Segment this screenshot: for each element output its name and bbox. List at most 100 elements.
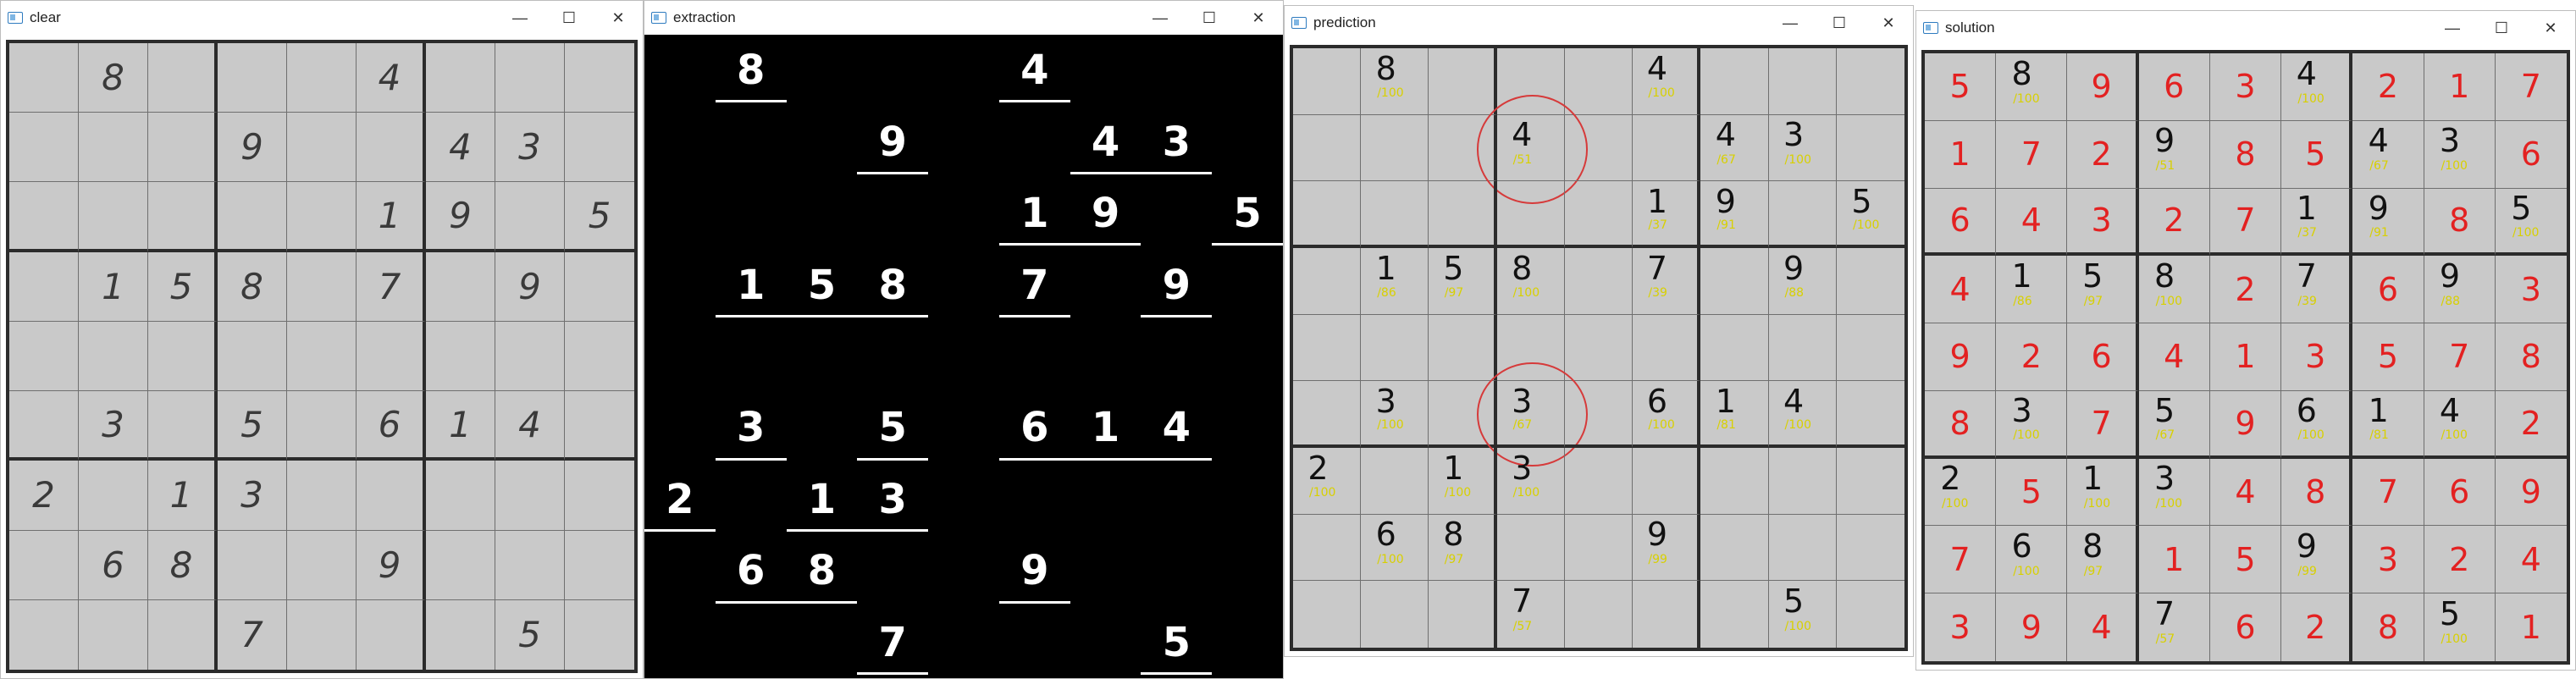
- grid-cell: 4: [1996, 188, 2068, 257]
- confidence-label: /81: [2369, 428, 2389, 442]
- close-button[interactable]: ✕: [1864, 6, 1913, 40]
- extracted-cell: [928, 106, 999, 177]
- clear-titlebar[interactable]: clear — ☐ ✕: [1, 1, 643, 35]
- underline: [998, 100, 1070, 103]
- maximize-button[interactable]: ☐: [1815, 6, 1864, 40]
- grid-cell: 1: [2209, 323, 2282, 391]
- grid-cell: [1633, 447, 1701, 515]
- given-digit: 6: [2011, 527, 2032, 565]
- maximize-button[interactable]: ☐: [1185, 1, 1234, 35]
- confidence-label: /67: [2155, 428, 2175, 442]
- grid-cell: 7: [1996, 120, 2068, 189]
- extracted-digit: 1: [736, 261, 766, 309]
- solved-digit: 2: [2235, 270, 2256, 308]
- extracted-cell: [857, 35, 928, 106]
- extracted-cell: [1212, 321, 1283, 392]
- grid-cell: 2: [1996, 323, 2068, 391]
- confidence-label: /67: [2369, 159, 2389, 174]
- given-digit: 8: [2153, 257, 2175, 295]
- grid-cell: 1: [1925, 120, 1997, 189]
- grid-cell: [1429, 381, 1497, 448]
- solved-digit: 2: [2305, 609, 2326, 647]
- solved-digit: 4: [2520, 540, 2541, 578]
- close-button[interactable]: ✕: [1234, 1, 1283, 35]
- grid-cell: 8/97: [2067, 526, 2139, 594]
- grid-cell: 9/91: [2352, 188, 2424, 257]
- grid-cell: 2: [2352, 53, 2424, 121]
- prediction-titlebar[interactable]: prediction — ☐ ✕: [1285, 6, 1913, 40]
- confidence-label: /100: [1648, 417, 1675, 432]
- solved-digit: 2: [2449, 540, 2470, 578]
- confidence-label: /100: [1784, 619, 1811, 633]
- handwritten-digit: 9: [378, 544, 401, 586]
- solved-digit: 9: [2235, 404, 2256, 442]
- prediction-window[interactable]: prediction — ☐ ✕ 8/100 4/100 4/51 4/67 3/100…: [1284, 5, 1914, 657]
- grid-cell: [1768, 514, 1837, 582]
- solved-digit: 8: [2305, 473, 2326, 511]
- confidence-label: /100: [1377, 417, 1404, 432]
- solved-digit: 7: [2091, 404, 2112, 442]
- clear-window[interactable]: clear — ☐ ✕ 8 4 9 4 3 1 9 5 1 5 8 7 9 3 5 6 1 4 2 1 3 6 8 9 7 5: [0, 0, 644, 679]
- grid-cell: 3/100: [1496, 447, 1565, 515]
- confidence-label: /100: [2512, 225, 2540, 240]
- solution-titlebar[interactable]: solution — ☐ ✕: [1916, 11, 2575, 45]
- grid-cell: 5/100: [2495, 189, 2567, 257]
- solved-digit: 1: [2520, 609, 2541, 647]
- confidence-label: /100: [1309, 486, 1336, 500]
- solved-digit: 3: [1949, 609, 1971, 647]
- handwritten-digit: 9: [518, 265, 541, 307]
- grid-cell: 5: [495, 599, 565, 670]
- handwritten-digit: 6: [102, 544, 124, 586]
- grid-cell: [287, 251, 357, 322]
- solved-digit: 3: [2377, 540, 2399, 578]
- grid-cell: [1837, 581, 1904, 648]
- solved-digit: 9: [2020, 609, 2042, 647]
- handwritten-digit: 1: [169, 474, 193, 516]
- grid-cell: 5: [565, 182, 634, 252]
- minimize-button[interactable]: —: [2428, 11, 2477, 45]
- given-digit: 3: [2153, 460, 2175, 498]
- extraction-titlebar[interactable]: extraction — ☐ ✕: [644, 1, 1283, 35]
- grid-cell: 1: [2496, 593, 2567, 661]
- extracted-digit: 5: [1233, 190, 1262, 238]
- grid-cell: 9: [1996, 593, 2068, 661]
- underline: [1141, 671, 1213, 675]
- prediction-view: 8/100 4/100 4/51 4/67 3/100 1/37 9/91 5/100 1/86…: [1285, 40, 1913, 656]
- solved-digit: 5: [2235, 540, 2256, 578]
- extracted-cell: [1141, 321, 1212, 392]
- predicted-digit: 4: [1646, 49, 1668, 87]
- extraction-window[interactable]: extraction — ☐ ✕ 84943195158793561421368…: [644, 0, 1284, 679]
- confidence-label: /97: [1444, 286, 1464, 301]
- grid-cell: 6: [2352, 256, 2424, 324]
- given-digit: 4: [2368, 122, 2389, 160]
- underline: [857, 457, 929, 461]
- grid-cell: [148, 113, 218, 183]
- solved-digit: 6: [2164, 68, 2185, 106]
- sudoku-board-solution: 5 8/100 9 6 3 4/100 2 1 7 1 7 2 9/51 8 5 4/67 3/100 6 6 4 3 2…: [1921, 50, 2570, 665]
- grid-cell: [1700, 447, 1769, 515]
- extracted-cell: [999, 106, 1070, 177]
- confidence-label: /86: [1377, 286, 1396, 301]
- grid-cell: 4: [357, 43, 426, 113]
- minimize-button[interactable]: —: [1136, 1, 1185, 35]
- grid-cell: [357, 321, 426, 392]
- predicted-digit: 8: [1443, 516, 1464, 554]
- grid-cell: [357, 461, 426, 531]
- maximize-button[interactable]: ☐: [544, 1, 594, 35]
- underline: [786, 529, 858, 533]
- grid-cell: 1: [357, 182, 426, 252]
- solved-digit: 5: [1949, 68, 1971, 106]
- grid-cell: 6/100: [2281, 390, 2353, 459]
- close-button[interactable]: ✕: [594, 1, 643, 35]
- grid-cell: 5/100: [1769, 581, 1837, 648]
- solution-window[interactable]: solution — ☐ ✕ 5 8/100 9 6 3 4/100 2 1 7 1 7 2 9/51 8…: [1915, 10, 2576, 671]
- extracted-digit: 7: [878, 618, 907, 666]
- extracted-cell: [644, 392, 716, 463]
- maximize-button[interactable]: ☐: [2477, 11, 2526, 45]
- close-button[interactable]: ✕: [2526, 11, 2575, 45]
- confidence-label: /67: [1512, 417, 1533, 432]
- grid-cell: 1/37: [1633, 181, 1701, 248]
- minimize-button[interactable]: —: [495, 1, 544, 35]
- handwritten-digit: 7: [378, 265, 401, 307]
- minimize-button[interactable]: —: [1766, 6, 1815, 40]
